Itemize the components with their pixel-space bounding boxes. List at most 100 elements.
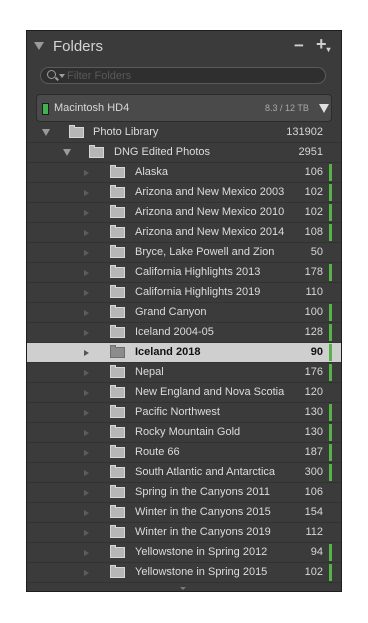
folder-row[interactable]: Pacific Northwest 130 [27,403,341,423]
filter-folders-box[interactable] [40,67,326,84]
folder-row[interactable]: California Highlights 2013 178 [27,263,341,283]
disclosure-arrow-icon[interactable] [84,450,89,456]
folder-label: Bryce, Lake Powell and Zion [135,246,275,258]
folder-row[interactable]: Yellowstone in Spring 2012 94 [27,543,341,563]
folder-row[interactable]: Winter in the Canyons 2015 154 [27,503,341,523]
sync-status-bar [329,544,332,561]
folder-count: 128 [304,326,323,338]
folder-icon [110,385,125,398]
folder-row[interactable]: Bryce, Lake Powell and Zion 50 [27,243,341,263]
volume-bar[interactable]: Macintosh HD4 8.3 / 12 TB [36,94,332,122]
disclosure-arrow-icon[interactable] [84,390,89,396]
folder-row[interactable]: Nepal 176 [27,363,341,383]
search-options-caret-icon[interactable] [59,74,65,78]
disclosure-arrow-icon[interactable] [84,210,89,216]
folder-label: New England and Nova Scotia [135,386,285,398]
remove-folder-button[interactable]: − [294,36,304,56]
disclosure-arrow-icon[interactable] [84,190,89,196]
disclosure-arrow-icon[interactable] [84,170,89,176]
disclosure-arrow-icon[interactable] [84,470,89,476]
sync-status-bar [329,464,332,481]
collapse-triangle-icon[interactable] [34,42,44,50]
folder-icon [110,285,125,298]
disclosure-arrow-icon[interactable] [84,410,89,416]
folder-label: Rocky Mountain Gold [135,426,241,438]
disclosure-arrow-icon[interactable] [84,510,89,516]
plus-icon: + [316,34,327,54]
folder-icon [110,425,125,438]
filter-folders-input[interactable] [67,69,307,82]
add-folder-button[interactable]: +▾ [316,34,331,55]
folder-label: Yellowstone in Spring 2012 [135,546,268,558]
folder-row[interactable]: Iceland 2018 90 [27,343,341,363]
folder-icon [110,205,125,218]
folder-count: 131902 [286,126,323,138]
folder-icon [69,125,84,138]
folder-icon [110,485,125,498]
folder-icon [110,185,125,198]
folder-label: South Atlantic and Antarctica [135,466,276,478]
tree-row-sub[interactable]: DNG Edited Photos 2951 [27,143,341,163]
folder-row[interactable]: Yellowstone in Spring 2015 102 [27,563,341,583]
folder-count: 94 [310,546,323,558]
disclosure-arrow-icon[interactable] [84,550,89,556]
panel-header[interactable]: Folders − +▾ [27,31,341,61]
folder-icon [110,525,125,538]
folder-count: 300 [304,466,323,478]
folder-icon [110,465,125,478]
folder-icon [110,265,125,278]
folder-row[interactable]: New England and Nova Scotia 120 [27,383,341,403]
folder-row[interactable]: South Atlantic and Antarctica 300 [27,463,341,483]
folder-icon [110,305,125,318]
expand-arrow-icon[interactable] [63,149,71,156]
disclosure-arrow-icon[interactable] [84,330,89,336]
folder-count: 130 [304,426,323,438]
folder-label: Pacific Northwest [135,406,220,418]
folder-count: 50 [310,246,323,258]
disclosure-arrow-icon[interactable] [84,230,89,236]
folder-count: 100 [304,306,323,318]
folder-row[interactable]: Rocky Mountain Gold 130 [27,423,341,443]
folder-icon [110,325,125,338]
disclosure-arrow-icon[interactable] [84,250,89,256]
disclosure-arrow-icon[interactable] [84,570,89,576]
folder-row[interactable]: Route 66 187 [27,443,341,463]
folder-row[interactable]: Spring in the Canyons 2011 106 [27,483,341,503]
folder-label: DNG Edited Photos [114,146,210,158]
folder-icon [89,145,104,158]
folder-row[interactable]: Arizona and New Mexico 2014 108 [27,223,341,243]
folder-icon [110,505,125,518]
sync-status-bar [329,224,332,241]
folder-count: 176 [304,366,323,378]
folder-label: Route 66 [135,446,180,458]
folder-count: 120 [304,386,323,398]
tree-row-root[interactable]: Photo Library 131902 [27,123,341,143]
plus-menu-caret-icon: ▾ [326,45,331,54]
disclosure-arrow-icon[interactable] [84,490,89,496]
folder-row[interactable]: Grand Canyon 100 [27,303,341,323]
volume-menu-icon[interactable] [319,104,329,113]
folder-row[interactable]: Alaska 106 [27,163,341,183]
disclosure-arrow-icon[interactable] [84,270,89,276]
folder-count: 130 [304,406,323,418]
disclosure-arrow-icon[interactable] [84,370,89,376]
folder-row[interactable]: Iceland 2004-05 128 [27,323,341,343]
folder-count: 154 [304,506,323,518]
folder-count: 90 [310,346,323,358]
folder-row[interactable]: Arizona and New Mexico 2003 102 [27,183,341,203]
folder-row[interactable]: Winter in the Canyons 2019 112 [27,523,341,543]
scroll-down-caret-icon[interactable] [180,587,186,590]
disclosure-arrow-icon[interactable] [84,530,89,536]
folder-row[interactable]: Arizona and New Mexico 2010 102 [27,203,341,223]
disclosure-arrow-icon[interactable] [84,290,89,296]
search-icon[interactable] [47,70,56,79]
sync-status-bar [329,364,332,381]
expand-arrow-icon[interactable] [42,129,50,136]
folder-row[interactable]: California Highlights 2019 110 [27,283,341,303]
folder-icon [110,345,125,358]
disclosure-arrow-icon[interactable] [84,310,89,316]
disclosure-arrow-icon[interactable] [84,430,89,436]
disclosure-arrow-icon[interactable] [84,350,89,356]
folder-label: Winter in the Canyons 2019 [135,526,271,538]
sync-status-bar [329,264,332,281]
